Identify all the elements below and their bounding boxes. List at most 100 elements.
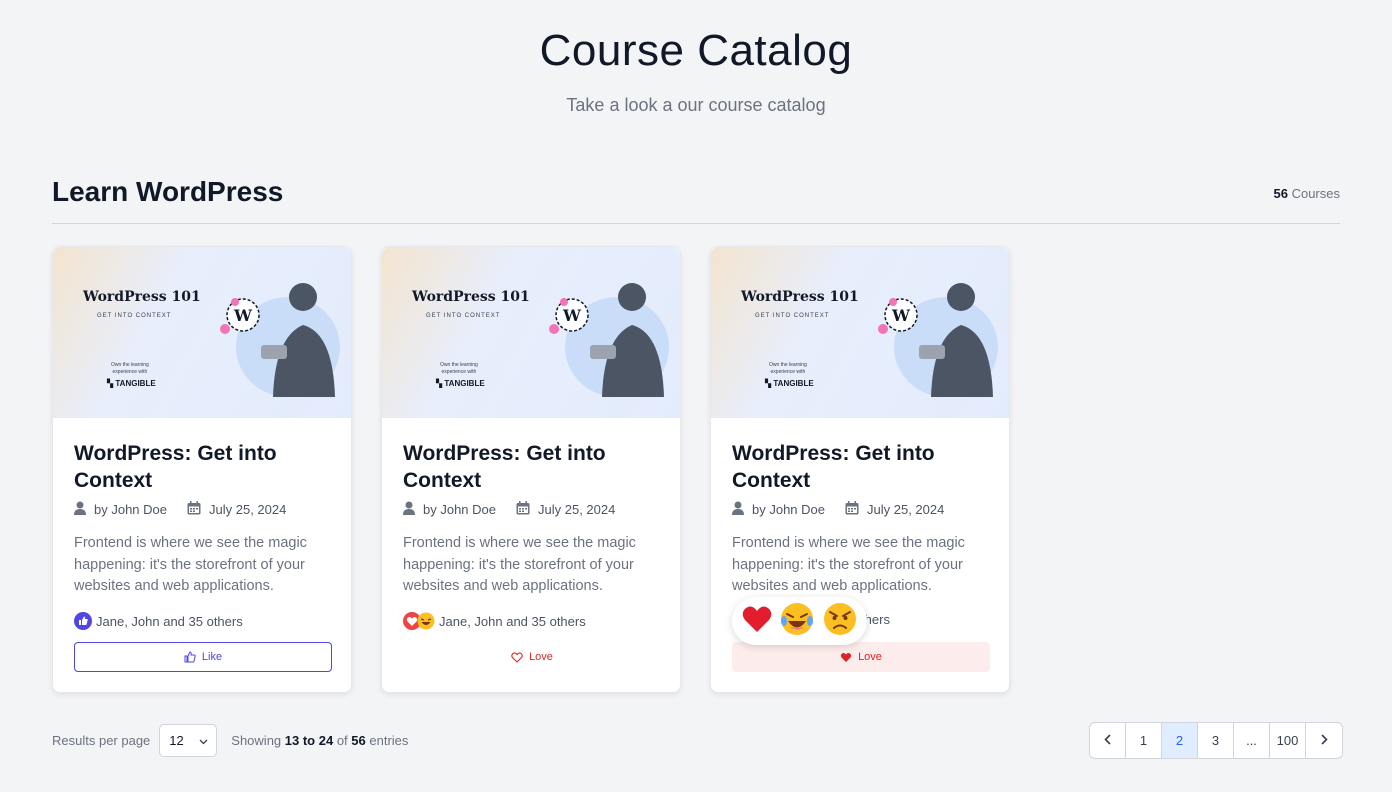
thumbnail-tagline-line2: experience with: [112, 369, 148, 375]
svg-text:W: W: [233, 306, 253, 325]
next-page-button[interactable]: [1306, 723, 1342, 758]
section-header: Learn WordPress 56 Courses: [52, 176, 1340, 224]
results-per-page-label: Results per page: [52, 733, 151, 748]
like-button[interactable]: Like: [74, 642, 332, 672]
thumbnail-brand-name: TANGIBLE: [444, 379, 485, 388]
instructor-illustration: W: [549, 283, 669, 397]
course-count-number: 56: [1273, 186, 1288, 201]
angry-emoji-icon[interactable]: [822, 601, 858, 642]
course-author: by John Doe: [752, 502, 825, 517]
reaction-picker: [732, 597, 867, 645]
showing-range: 13 to 24: [284, 733, 334, 748]
thumbnail-tagline-line1: Own the learning: [769, 362, 807, 368]
chevron-left-icon: [1104, 733, 1111, 748]
heart-filled-icon: [840, 652, 852, 663]
reactions-summary[interactable]: Jane, John and 35 others: [74, 612, 243, 630]
heart-outline-icon: [511, 651, 523, 663]
instructor-illustration: W: [878, 283, 998, 397]
page-button-2[interactable]: 2: [1162, 723, 1198, 758]
course-description: Frontend is where we see the magic happe…: [74, 535, 307, 594]
thumbnail-subtitle: GET INTO CONTEXT: [426, 313, 501, 319]
love-button-label: Love: [529, 651, 553, 663]
thumbnail-brand-name: TANGIBLE: [115, 379, 156, 388]
user-icon: [732, 501, 744, 518]
course-date: July 25, 2024: [209, 502, 287, 517]
thumbnail-tagline: Own the learning experience with: [440, 362, 478, 376]
course-author: by John Doe: [94, 502, 167, 517]
thumbnail-brand-name: TANGIBLE: [773, 379, 814, 388]
thumbnail-brand: ▚ TANGIBLE: [436, 379, 485, 388]
showing-of: of: [336, 733, 348, 748]
love-button[interactable]: Love: [732, 642, 990, 672]
course-thumbnail[interactable]: WordPress 101 GET INTO CONTEXT Own the l…: [53, 247, 351, 418]
thumbnail-tagline: Own the learning experience with: [111, 362, 149, 376]
thumbnail-tagline-line1: Own the learning: [111, 362, 149, 368]
per-page-value: 12: [169, 733, 184, 748]
page-ellipsis: ...: [1234, 723, 1270, 758]
page-button-3[interactable]: 3: [1198, 723, 1234, 758]
results-controls: Results per page 12 Showing 13 to 24 of …: [52, 724, 408, 757]
thumbs-up-reaction-icon: [74, 612, 92, 630]
thumbnail-tagline-line1: Own the learning: [440, 362, 478, 368]
course-thumbnail[interactable]: WordPress 101 GET INTO CONTEXT Own the l…: [711, 247, 1009, 418]
love-button-label: Love: [858, 651, 882, 663]
course-title[interactable]: WordPress: Get into Context: [732, 440, 992, 494]
heart-emoji-icon[interactable]: [741, 604, 773, 639]
reactions-text: Jane, John and 35 others: [439, 613, 586, 629]
instructor-illustration: W: [220, 283, 340, 397]
course-date: July 25, 2024: [538, 502, 616, 517]
thumbnail-subtitle: GET INTO CONTEXT: [97, 313, 172, 319]
thumbs-up-icon: [184, 651, 196, 663]
thumbnail-brand: ▚ TANGIBLE: [107, 379, 156, 388]
course-card[interactable]: WordPress 101 GET INTO CONTEXT Own the l…: [710, 246, 1010, 693]
section-title: Learn WordPress: [52, 176, 284, 207]
laughing-emoji-icon: [417, 612, 435, 630]
course-meta: by John Doe July 25, 2024: [403, 501, 615, 518]
thumbnail-tagline-line2: experience with: [770, 369, 806, 375]
course-description: Frontend is where we see the magic happe…: [732, 535, 965, 594]
thumbnail-brand: ▚ TANGIBLE: [765, 379, 814, 388]
user-icon: [74, 501, 86, 518]
chevron-down-icon: [199, 733, 208, 748]
page-button-1[interactable]: 1: [1126, 723, 1162, 758]
course-card[interactable]: WordPress 101 GET INTO CONTEXT Own the l…: [381, 246, 681, 693]
showing-entries-label: entries: [369, 733, 409, 748]
course-card[interactable]: WordPress 101 GET INTO CONTEXT Own the l…: [52, 246, 352, 693]
thumbnail-title: WordPress 101: [412, 289, 530, 305]
course-count-label: Courses: [1291, 186, 1340, 201]
prev-page-button[interactable]: [1090, 723, 1126, 758]
reactions-summary[interactable]: Jane, John and 35 others: [403, 612, 586, 630]
course-thumbnail[interactable]: WordPress 101 GET INTO CONTEXT Own the l…: [382, 247, 680, 418]
course-title[interactable]: WordPress: Get into Context: [403, 440, 663, 494]
course-meta: by John Doe July 25, 2024: [732, 501, 944, 518]
per-page-select[interactable]: 12: [159, 724, 218, 757]
showing-entries: Showing 13 to 24 of 56 entries: [231, 733, 408, 748]
calendar-icon: [516, 501, 530, 518]
like-button-label: Like: [201, 651, 223, 663]
thumbnail-tagline: Own the learning experience with: [769, 362, 807, 376]
svg-text:W: W: [891, 306, 911, 325]
course-title[interactable]: WordPress: Get into Context: [74, 440, 334, 494]
svg-text:W: W: [562, 306, 582, 325]
page-button-100[interactable]: 100: [1270, 723, 1306, 758]
love-button[interactable]: Love: [403, 642, 661, 672]
thumbnail-tagline-line2: experience with: [441, 369, 477, 375]
thumbnail-subtitle: GET INTO CONTEXT: [755, 313, 830, 319]
course-count: 56 Courses: [1273, 186, 1340, 201]
course-description: Frontend is where we see the magic happe…: [403, 535, 636, 594]
course-meta: by John Doe July 25, 2024: [74, 501, 286, 518]
page-title: Course Catalog: [539, 26, 853, 75]
laughing-emoji-icon[interactable]: [779, 601, 815, 642]
course-date: July 25, 2024: [867, 502, 945, 517]
thumbnail-title: WordPress 101: [83, 289, 201, 305]
reactions-text: Jane, John and 35 others: [96, 613, 243, 629]
pagination: 1 2 3 ... 100: [1089, 722, 1343, 759]
thumbnail-title: WordPress 101: [741, 289, 859, 305]
calendar-icon: [187, 501, 201, 518]
showing-prefix: Showing: [231, 733, 282, 748]
course-author: by John Doe: [423, 502, 496, 517]
page-subtitle: Take a look a our course catalog: [566, 95, 826, 115]
showing-total: 56: [351, 733, 366, 748]
chevron-right-icon: [1320, 733, 1328, 748]
user-icon: [403, 501, 415, 518]
